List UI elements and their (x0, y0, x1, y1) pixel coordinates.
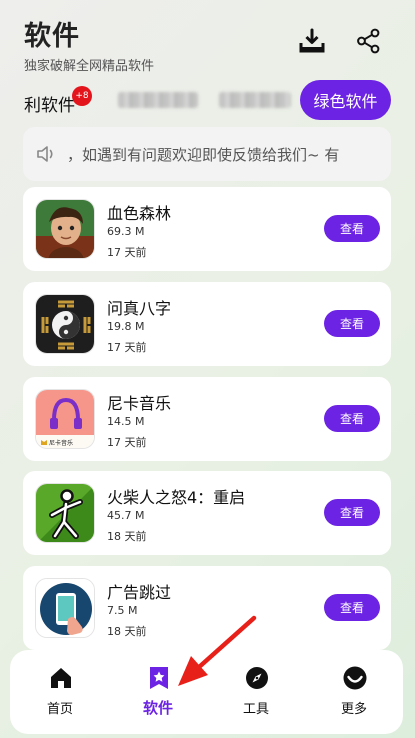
nav-label: 工具 (242, 702, 269, 717)
app-size: 14.5 M (107, 415, 145, 428)
nav-label: 更多 (340, 702, 367, 717)
view-button[interactable]: 查看 (324, 310, 380, 337)
page-header: 软件 独家破解全网精品软件 (24, 14, 154, 74)
download-tray-icon[interactable] (299, 28, 325, 54)
notice-text: ，如遇到有问题欢迎即使反馈给我们~ 有 (67, 146, 340, 164)
home-icon (51, 668, 71, 688)
app-date: 18 天前 (107, 625, 147, 638)
view-button[interactable]: 查看 (324, 215, 380, 242)
app-name: 广告跳过 (107, 583, 172, 602)
app-name: 火柴人之怒4：重启 (107, 488, 246, 507)
tab-active[interactable]: 利软件 (24, 91, 75, 116)
app-card[interactable]: 尼卡音乐 尼卡音乐 14.5 M 17 天前 查看 (23, 377, 391, 461)
app-size: 69.3 M (107, 225, 145, 238)
tab-blurred-1[interactable] (118, 92, 198, 108)
star-bookmark-icon (150, 667, 168, 689)
app-card[interactable]: 火柴人之怒4：重启 45.7 M 18 天前 查看 (23, 471, 391, 555)
app-card[interactable]: 问真八字 19.8 M 17 天前 查看 (23, 282, 391, 366)
speaker-icon (37, 146, 53, 162)
app-size: 7.5 M (107, 604, 138, 617)
stickman-icon (35, 483, 95, 543)
icon-caption: 尼卡音乐 (49, 440, 74, 447)
app-size: 19.8 M (107, 320, 145, 333)
app-size: 45.7 M (107, 509, 145, 522)
smile-icon (343, 666, 367, 690)
nav-label: 软件 (142, 699, 173, 717)
phone-tap-icon (35, 578, 95, 638)
share-icon[interactable] (356, 28, 382, 54)
app-name: 血色森林 (107, 204, 172, 223)
app-name: 问真八字 (107, 299, 172, 318)
green-software-button[interactable]: 绿色软件 (300, 80, 391, 120)
nav-item-more[interactable]: 更多 (305, 650, 403, 734)
nav-label: 首页 (46, 702, 73, 717)
view-button[interactable]: 查看 (324, 405, 380, 432)
app-date: 17 天前 (107, 246, 147, 259)
tab-badge: +8 (72, 86, 92, 106)
annotation-arrow-icon (178, 615, 257, 686)
app-date: 17 天前 (107, 436, 147, 449)
app-date: 18 天前 (107, 530, 147, 543)
notice-banner: ，如遇到有问题欢迎即使反馈给我们~ 有 (23, 127, 391, 181)
yin-yang-bagua-icon (35, 294, 95, 354)
category-tab-row: 利软件 +8 绿色软件 (0, 80, 415, 120)
app-date: 17 天前 (107, 341, 147, 354)
game-character-icon (35, 199, 95, 259)
nav-item-home[interactable]: 首页 (11, 650, 109, 734)
headphones-icon: 尼卡音乐 (35, 389, 95, 449)
page-title: 软件 (24, 21, 80, 52)
view-button[interactable]: 查看 (324, 594, 380, 621)
page-subtitle: 独家破解全网精品软件 (24, 59, 155, 74)
app-card[interactable]: 血色森林 69.3 M 17 天前 查看 (23, 187, 391, 271)
app-name: 尼卡音乐 (107, 394, 172, 413)
view-button[interactable]: 查看 (324, 499, 380, 526)
tab-blurred-2[interactable] (219, 92, 291, 108)
